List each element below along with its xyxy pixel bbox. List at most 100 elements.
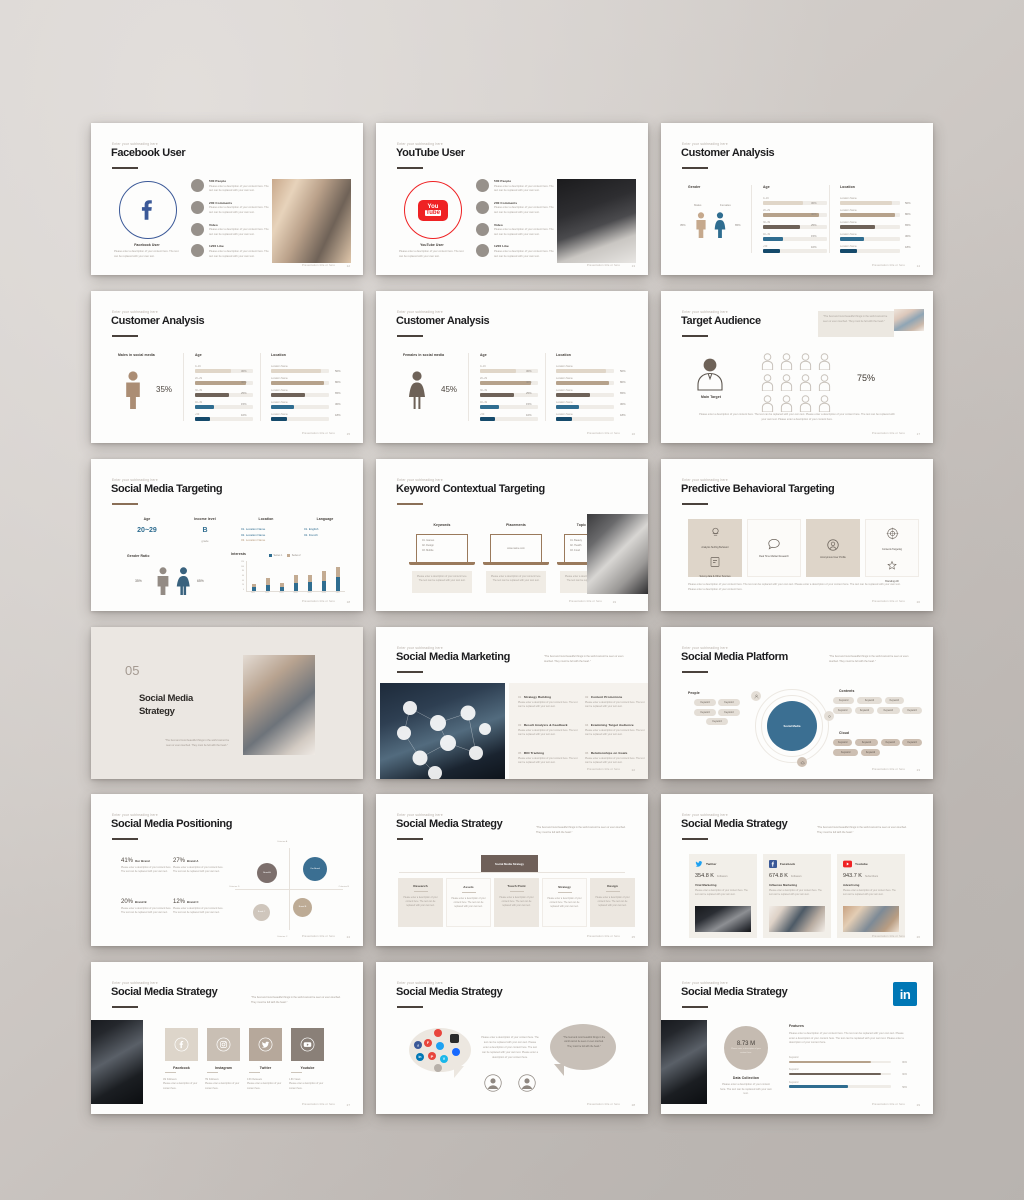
slide-social-media-targeting[interactable]: Enter your subheading here Social Media … [91,459,363,611]
caption-box[interactable]: Please enter a description of your conte… [486,571,546,593]
behance-icon[interactable] [452,1048,460,1056]
pill[interactable]: Keyword [854,706,875,714]
slide-youtube-user[interactable]: Enter your subheading here YouTube User … [376,123,648,275]
slide-social-media-strategy-linkedin[interactable]: Enter your subheading here Social Media … [661,962,933,1114]
list-item[interactable]: 01 Strategy Building Please enter a descr… [518,695,580,709]
behavior-card[interactable]: Analysis Surfing Behavior Survey data & … [688,519,742,578]
slide-social-media-marketing[interactable]: Enter your subheading here Social Media … [376,627,648,779]
caption-text: Please enter a description of your conte… [416,575,468,583]
slide-facebook-user[interactable]: Enter your subheading here Facebook User… [91,123,363,275]
slide-target-audience[interactable]: Enter your subheading here Target Audien… [661,291,933,443]
network-tile-twitter[interactable] [249,1028,282,1061]
pill[interactable]: Keyword [833,697,855,704]
process-step[interactable]: Assets Please enter a description of you… [446,878,491,927]
bar-label: 30~39 [763,221,771,225]
network-tile-youtube[interactable] [291,1028,324,1061]
pill[interactable]: Keyword [694,699,716,706]
list-item[interactable]: Video Please enter a description of your… [191,222,271,238]
list-item[interactable]: 1200 Like Please enter a description of … [476,244,556,259]
vimeo-icon[interactable]: V [440,1055,448,1063]
stat-block: 27% Brand A Please enter a description of… [173,858,225,875]
pill[interactable]: Keyword [833,739,853,746]
scatter-point-our-brand[interactable]: Our Brand [303,857,327,881]
pinterest-icon[interactable]: P [428,1052,436,1060]
list-item[interactable]: 02 Content Promotions Please enter a desc… [585,695,647,709]
pill[interactable]: Keyword [833,748,859,756]
slide-social-media-strategy-process[interactable]: Enter your subheading here Social Media … [376,794,648,946]
metric-card-youtube[interactable]: Youtube 943.7 K Subscribers Advertising … [837,854,905,938]
slide-social-media-strategy-bubbles[interactable]: Enter your subheading here Social Media … [376,962,648,1114]
caption-box[interactable]: Please enter a description of your conte… [412,571,472,593]
pill[interactable]: Keyword [860,748,881,756]
list-item[interactable]: 500 People Please enter a description of… [191,179,271,194]
slide-social-media-platform[interactable]: Enter your subheading here Social Media … [661,627,933,779]
bar-label: Location Name [840,245,857,249]
slide-customer-analysis-gender[interactable]: Enter your subheading here Customer Anal… [661,123,933,275]
slide-customer-analysis-male[interactable]: Enter your subheading here Customer Anal… [91,291,363,443]
list-item[interactable]: 06 Relationships on Goals Please enter a … [585,751,647,765]
slide-customer-analysis-female[interactable]: Enter your subheading here Customer Anal… [376,291,648,443]
pill[interactable]: Keyword [854,739,879,746]
pill[interactable]: Keyword [856,697,883,704]
platform-orbit: Social Media [751,689,834,767]
network-tile-instagram[interactable] [207,1028,240,1061]
process-header-box[interactable]: Social Media Strategy [481,855,538,872]
slide-predictive-behavioral-targeting[interactable]: Enter your subheading here Predictive Be… [661,459,933,611]
data-collection-circle[interactable]: 8.73 M Please enter a description of you… [724,1026,768,1070]
pill[interactable]: Keyword [833,706,853,714]
pill[interactable]: Keyword [902,706,922,714]
flickr-icon[interactable]: F [424,1039,432,1047]
divider [751,185,752,253]
list-item[interactable]: 05 ROI Tracking Please enter a descriptio… [518,751,580,765]
process-step[interactable]: Design Please enter a description of you… [590,878,635,927]
network-label: Instagram [214,1066,233,1070]
behavior-card[interactable]: Real Time Market Research [747,519,801,577]
linkedin-icon[interactable]: in [893,982,917,1006]
list-item[interactable]: 200 Comments Please enter a description … [191,200,271,216]
instagram-icon[interactable] [450,1034,459,1043]
process-step[interactable]: Research Please enter a description of y… [398,878,443,927]
center-node[interactable]: Social Media [767,701,817,751]
slide-social-media-positioning[interactable]: Enter your subheading here Social Media … [91,794,363,946]
pill[interactable]: Keyword [876,706,900,714]
list-item[interactable]: 04 Examining Target Audience Please enter… [585,723,647,737]
list-item[interactable]: 200 Comments Please enter a description … [476,200,556,216]
network-label: Facebook [173,1066,190,1070]
behavior-card[interactable]: Contents Targeting Branding AD [865,519,919,583]
slide-subheading: Enter your subheading here [682,310,728,314]
facebook-icon[interactable]: f [414,1041,422,1049]
list-item[interactable]: 03 Result Analysis & Feedback Please ente… [518,723,580,737]
process-step[interactable]: Strategy Please enter a description of y… [542,878,587,927]
x-tick: 2023 [279,592,284,594]
bar-label: 0~19 [480,365,486,368]
pill[interactable]: Keyword [718,699,740,706]
pill[interactable]: Keyword [902,739,922,746]
list-item[interactable]: Video Please enter a description of your… [476,222,556,238]
bar-row: Location Name [840,245,900,253]
process-step[interactable]: Touch Point Please enter a description o… [494,878,539,927]
linkedin-icon[interactable]: in [416,1053,424,1061]
slide-section-social-media-strategy[interactable]: 05 Social Media Strategy "The best and m… [91,627,363,779]
network-tile-facebook[interactable] [165,1028,198,1061]
metric-card-twitter[interactable]: Twitter 354.8 K Followers Viral Marketin… [689,854,757,938]
youtube-icon[interactable] [434,1064,442,1072]
pill[interactable]: Keyword [694,708,716,716]
list-item[interactable]: 500 People Please enter a description of… [476,179,556,194]
scatter-point-brand-a[interactable]: Brand A [257,863,277,883]
twitter-icon[interactable] [436,1042,444,1050]
metric-card-facebook[interactable]: Facebook 674.8 K Followers Influence Mar… [763,854,831,938]
pill[interactable]: Keyword [718,708,740,716]
slide-keyword-contextual-targeting[interactable]: Enter your subheading here Keyword Conte… [376,459,648,611]
slide-social-media-strategy-networks[interactable]: Enter your subheading here Social Media … [91,962,363,1114]
pill[interactable]: Keyword [884,697,904,704]
scatter-point-brand-c[interactable]: Brand C [253,904,270,921]
slide-social-media-strategy-metrics[interactable]: Enter your subheading here Social Media … [661,794,933,946]
pill[interactable]: Keyword [880,739,900,746]
dribbble-icon[interactable] [434,1029,442,1037]
behavior-card[interactable]: Anonymous User Profile [806,519,860,577]
list-item-desc: Please enter a description of your conte… [494,249,554,258]
list-item[interactable]: 1200 Like Please enter a description of … [191,244,271,259]
list-item-label: Video [494,222,503,227]
scatter-point-brand-b[interactable]: Brand B [293,898,312,917]
pill[interactable]: Keyword [706,718,728,725]
